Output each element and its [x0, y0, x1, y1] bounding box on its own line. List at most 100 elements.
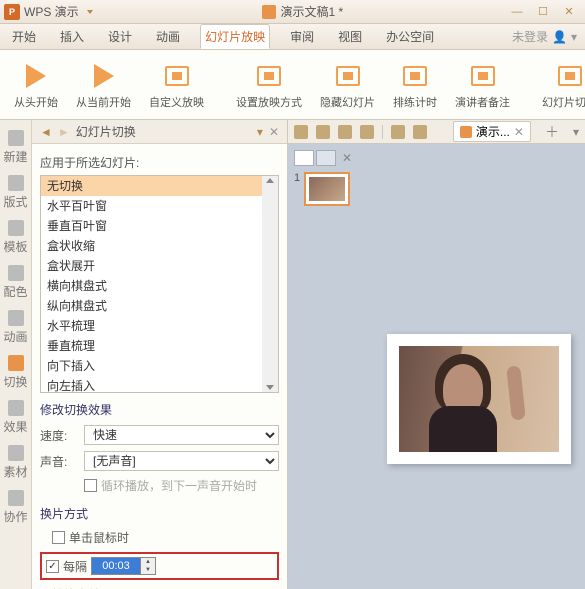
document-icon: [262, 5, 276, 19]
scroll-up-icon[interactable]: [266, 178, 274, 183]
transition-list[interactable]: 无切换 水平百叶窗 垂直百叶窗 盒状收缩 盒状展开 横向棋盘式 纵向棋盘式 水平…: [41, 176, 262, 392]
interval-checkbox[interactable]: ✓: [46, 560, 59, 573]
tab-review[interactable]: 审阅: [286, 25, 318, 48]
thumb-pane-close-icon[interactable]: ✕: [342, 151, 352, 165]
sidebar-layout[interactable]: 版式: [2, 171, 30, 214]
list-scrollbar[interactable]: [262, 176, 278, 392]
tab-design[interactable]: 设计: [104, 25, 136, 48]
qt-new-icon[interactable]: [294, 125, 308, 139]
transition-item[interactable]: 垂直梳理: [41, 336, 262, 356]
transition-item[interactable]: 盒状展开: [41, 256, 262, 276]
panel-fwd-icon[interactable]: ►: [58, 125, 70, 139]
sidebar-transition[interactable]: 切换: [2, 351, 30, 394]
scroll-down-icon[interactable]: [266, 385, 274, 390]
transition-item[interactable]: 水平梳理: [41, 316, 262, 336]
speed-label: 速度:: [40, 427, 80, 444]
qt-undo-icon[interactable]: [391, 125, 405, 139]
slide-thumbnail[interactable]: 1: [294, 172, 356, 206]
animation-icon: [8, 310, 24, 326]
minimize-button[interactable]: —: [505, 3, 529, 21]
spinner-down-icon[interactable]: ▼: [141, 566, 155, 574]
modify-header: 修改切换效果: [40, 401, 279, 418]
loop-label: 循环播放，到下一声音开始时: [101, 477, 257, 494]
qt-preview-icon[interactable]: [360, 125, 374, 139]
app-name: WPS 演示: [24, 3, 79, 20]
qt-separator: [382, 125, 383, 139]
user-icon: 👤: [552, 30, 567, 44]
panel-close-icon[interactable]: ✕: [269, 125, 279, 139]
login-label: 未登录: [512, 28, 548, 45]
ribbon-rehearse[interactable]: 排练计时: [387, 58, 443, 112]
qt-redo-icon[interactable]: [413, 125, 427, 139]
tab-slideshow[interactable]: 幻灯片放映: [200, 24, 270, 49]
tab-start[interactable]: 开始: [8, 25, 40, 48]
sidebar-animation[interactable]: 动画: [2, 306, 30, 349]
document-tab-label: 演示...: [476, 123, 510, 140]
transition-item[interactable]: 盒状收缩: [41, 236, 262, 256]
transition-item[interactable]: 向左插入: [41, 376, 262, 392]
sound-select[interactable]: [无声音]: [84, 451, 279, 471]
slide-preview[interactable]: [387, 334, 571, 464]
tab-office[interactable]: 办公空间: [382, 25, 438, 48]
app-logo-icon: P: [4, 4, 20, 20]
thumb-view-slides[interactable]: [294, 150, 314, 166]
transition-item[interactable]: 向下插入: [41, 356, 262, 376]
interval-label: 每隔: [63, 558, 87, 575]
ribbon-hide-slide[interactable]: 隐藏幻灯片: [314, 58, 381, 112]
window-controls: — ☐ ✕: [505, 3, 581, 21]
ribbon-from-current[interactable]: 从当前开始: [70, 58, 137, 112]
transition-item[interactable]: 横向棋盘式: [41, 276, 262, 296]
tab-insert[interactable]: 插入: [56, 25, 88, 48]
thumbnail-image: [304, 172, 350, 206]
sidebar-color[interactable]: 配色: [2, 261, 30, 304]
ribbon-setup-show[interactable]: 设置放映方式: [230, 58, 308, 112]
collab-icon: [8, 490, 24, 506]
qt-print-icon[interactable]: [338, 125, 352, 139]
transition-item[interactable]: 无切换: [41, 176, 262, 196]
effect-icon: [8, 400, 24, 416]
document-tab-close-icon[interactable]: ✕: [514, 125, 524, 139]
loop-checkbox[interactable]: [84, 479, 97, 492]
advance-header: 换片方式: [40, 505, 279, 522]
template-icon: [8, 220, 24, 236]
interval-input[interactable]: [91, 557, 141, 575]
layout-icon: [8, 175, 24, 191]
speed-select[interactable]: 快速: [84, 425, 279, 445]
ribbon-custom-show[interactable]: 自定义放映: [143, 58, 210, 112]
tab-list-icon[interactable]: ▾: [573, 125, 579, 139]
app-menu-dropdown-icon[interactable]: [87, 10, 93, 14]
thumb-view-outline[interactable]: [316, 150, 336, 166]
sound-label: 声音:: [40, 453, 80, 470]
ribbon-speaker-notes[interactable]: 演讲者备注: [449, 58, 516, 112]
sidebar-template[interactable]: 模板: [2, 216, 30, 259]
login-area[interactable]: 未登录 👤 ▾: [512, 28, 577, 45]
close-button[interactable]: ✕: [557, 3, 581, 21]
interval-highlight-box: ✓ 每隔 ▲ ▼: [40, 552, 279, 580]
document-tab[interactable]: 演示... ✕: [453, 121, 531, 142]
qt-save-icon[interactable]: [316, 125, 330, 139]
ribbon-transition[interactable]: 幻灯片切换: [536, 58, 585, 112]
tab-animation[interactable]: 动画: [152, 25, 184, 48]
panel-back-icon[interactable]: ◄: [40, 125, 52, 139]
sidebar-effect[interactable]: 效果: [2, 396, 30, 439]
editor-area: 演示... ✕ ＋ ▾ ✕ 1: [288, 120, 585, 589]
sidebar-collab[interactable]: 协作: [2, 486, 30, 529]
sidebar-new[interactable]: 新建: [2, 126, 30, 169]
thumbnail-pane: ✕ 1: [288, 144, 362, 589]
sidebar-asset[interactable]: 素材: [2, 441, 30, 484]
panel-menu-icon[interactable]: ▾: [257, 125, 263, 139]
transition-item[interactable]: 水平百叶窗: [41, 196, 262, 216]
onclick-checkbox[interactable]: [52, 531, 65, 544]
transition-item[interactable]: 纵向棋盘式: [41, 296, 262, 316]
slide-canvas[interactable]: [362, 144, 585, 589]
spinner-up-icon[interactable]: ▲: [141, 558, 155, 566]
new-tab-button[interactable]: ＋: [545, 122, 559, 142]
panel-title: 幻灯片切换: [76, 123, 251, 140]
onclick-label: 单击鼠标时: [69, 529, 129, 546]
tab-view[interactable]: 视图: [334, 25, 366, 48]
ribbon-from-beginning[interactable]: 从头开始: [8, 58, 64, 112]
transition-item[interactable]: 垂直百叶窗: [41, 216, 262, 236]
applied-label: 应用于所选幻灯片:: [40, 154, 279, 171]
maximize-button[interactable]: ☐: [531, 3, 555, 21]
document-title-text: 演示文稿1 *: [280, 3, 343, 20]
